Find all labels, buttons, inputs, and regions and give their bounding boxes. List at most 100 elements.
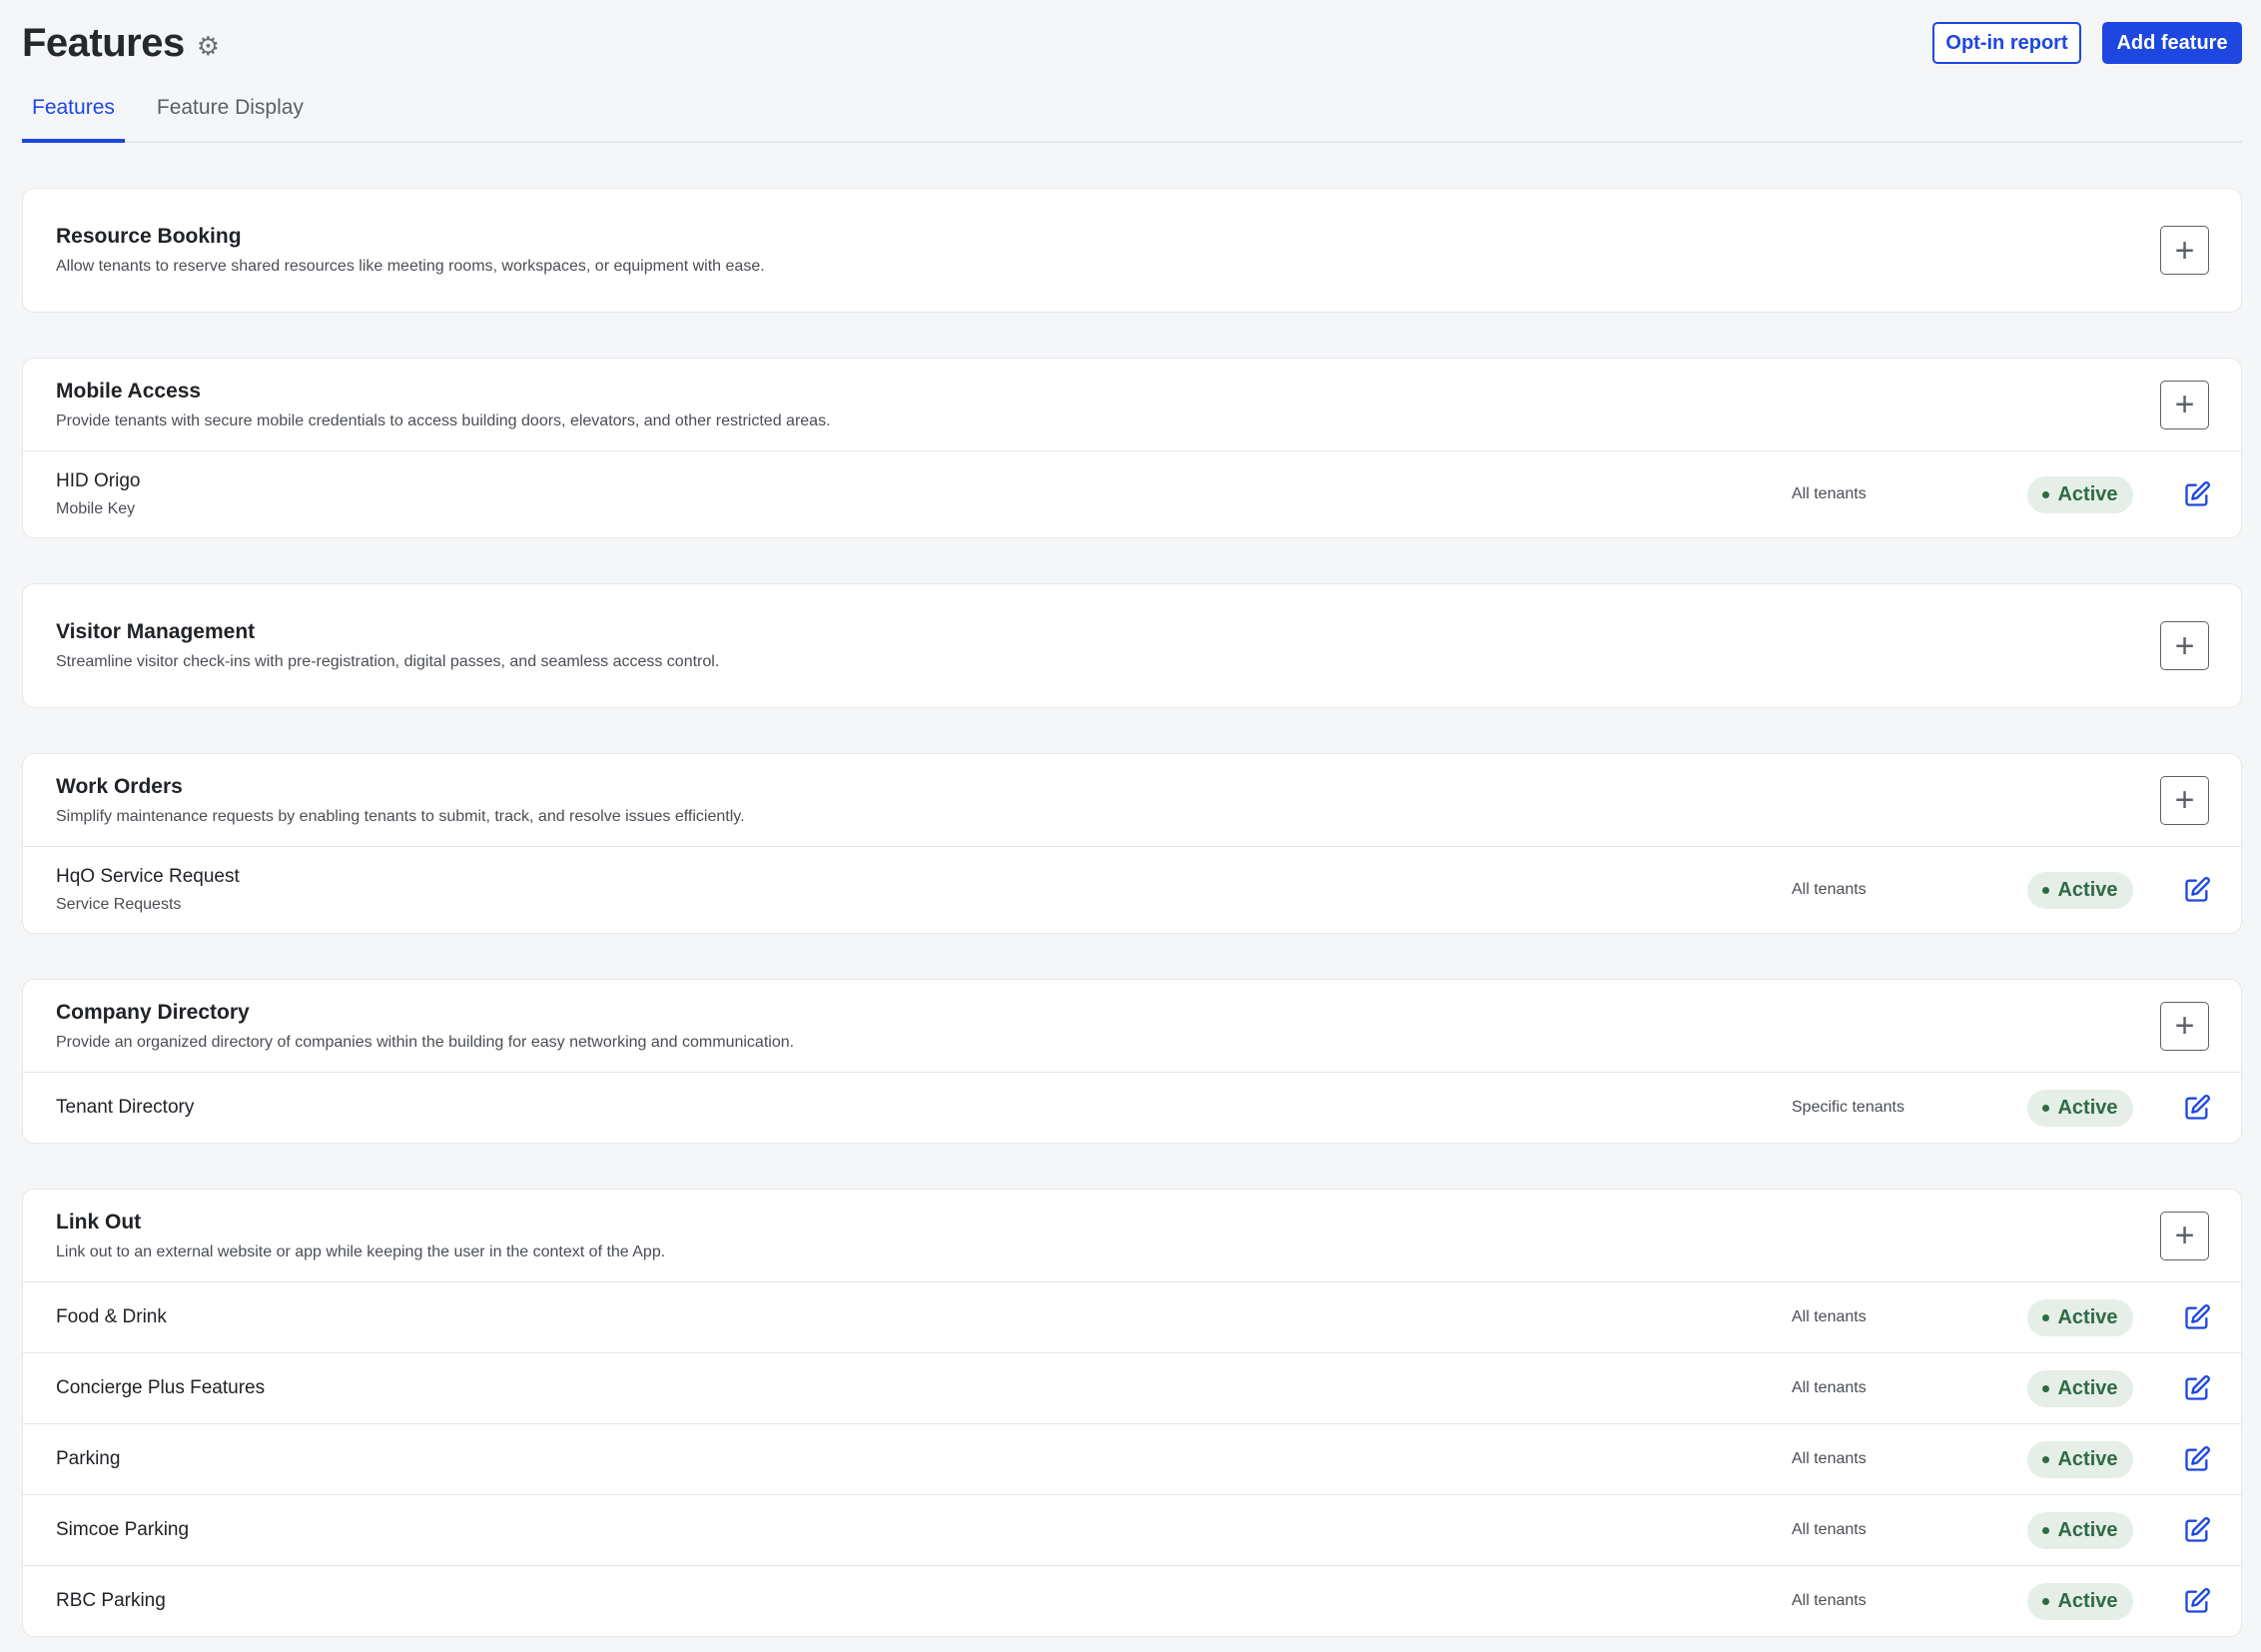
edit-icon[interactable] [2183,1094,2211,1122]
feature-name: RBC Parking [56,1590,166,1611]
plus-icon: + [2174,626,2195,665]
tenant-scope: All tenants [1792,1379,1867,1396]
group-title: Visitor Management [56,620,256,643]
feature-group-mobile-access: Mobile Access Provide tenants with secur… [22,358,2242,538]
tenant-scope: All tenants [1792,881,1867,898]
group-header: Link Out Link out to an external website… [23,1190,2241,1281]
add-to-group-button[interactable]: + [2160,775,2209,825]
plus-icon: + [2174,1217,2195,1254]
page-title: Features [22,20,185,65]
add-to-group-button[interactable]: + [2160,226,2209,275]
group-title: Link Out [56,1210,142,1234]
group-header: Work Orders Simplify maintenance request… [23,754,2241,846]
group-description: Streamline visitor check-ins with pre-re… [56,653,720,670]
feature-name: Concierge Plus Features [56,1377,266,1398]
feature-row: Tenant Directory Specific tenants Active [23,1072,2241,1143]
status-dot-icon [2042,1384,2050,1392]
feature-group-visitor-management: Visitor Management Streamline visitor ch… [22,583,2242,708]
status-badge: Active [2027,1440,2133,1478]
feature-row: Simcoe Parking All tenants Active [23,1494,2241,1565]
opt-in-report-button[interactable]: Opt-in report [1932,22,2081,64]
edit-icon[interactable] [2183,1587,2211,1615]
add-to-group-button[interactable]: + [2160,1001,2209,1051]
group-description: Simplify maintenance requests by enablin… [56,807,745,825]
feature-group-link-out: Link Out Link out to an external website… [22,1189,2242,1637]
feature-name: HID Origo [56,470,141,491]
status-label: Active [2057,1589,2118,1612]
status-dot-icon [2042,1455,2050,1463]
status-dot-icon [2042,490,2050,498]
page-header: Features ⚙ Opt-in report Add feature [22,18,2242,68]
status-dot-icon [2042,886,2050,894]
tenant-scope: All tenants [1792,1308,1867,1325]
status-badge: Active [2027,1089,2133,1127]
feature-name: Parking [56,1448,121,1469]
feature-row: RBC Parking All tenants Active [23,1565,2241,1636]
status-badge: Active [2027,1298,2133,1336]
tenant-scope: All tenants [1792,1450,1867,1467]
feature-group-work-orders: Work Orders Simplify maintenance request… [22,753,2242,934]
edit-icon[interactable] [2183,876,2211,904]
status-label: Active [2057,1518,2118,1541]
tenant-scope: All tenants [1792,1521,1867,1538]
status-label: Active [2057,482,2118,505]
add-to-group-button[interactable]: + [2160,621,2209,670]
status-dot-icon [2042,1313,2050,1321]
feature-name: Simcoe Parking [56,1519,190,1540]
feature-row: HqO Service Request Service Requests All… [23,846,2241,933]
status-dot-icon [2042,1104,2050,1112]
feature-group-company-directory: Company Directory Provide an organized d… [22,979,2242,1144]
tenant-scope: All tenants [1792,485,1867,502]
group-title: Resource Booking [56,225,242,248]
status-dot-icon [2042,1597,2050,1605]
add-to-group-button[interactable]: + [2160,380,2209,429]
status-label: Active [2057,1376,2118,1399]
feature-group-resource-booking: Resource Booking Allow tenants to reserv… [22,188,2242,313]
status-label: Active [2057,1305,2118,1328]
feature-group-list: Resource Booking Allow tenants to reserv… [22,188,2242,1637]
feature-row: Parking All tenants Active [23,1423,2241,1494]
add-to-group-button[interactable]: + [2160,1211,2209,1260]
edit-icon[interactable] [2183,480,2211,508]
feature-row: Food & Drink All tenants Active [23,1281,2241,1352]
tab-feature-display[interactable]: Feature Display [147,88,314,143]
plus-icon: + [2174,386,2195,423]
group-description: Link out to an external website or app w… [56,1242,666,1260]
group-title: Work Orders [56,774,183,798]
edit-icon[interactable] [2183,1516,2211,1544]
plus-icon: + [2174,1007,2195,1045]
status-badge: Active [2027,1369,2133,1407]
group-header: Visitor Management Streamline visitor ch… [23,584,2241,707]
edit-icon[interactable] [2183,1374,2211,1402]
feature-name: Tenant Directory [56,1097,195,1118]
status-badge: Active [2027,1511,2133,1549]
group-description: Provide tenants with secure mobile crede… [56,412,831,429]
edit-icon[interactable] [2183,1303,2211,1331]
feature-row: Concierge Plus Features All tenants Acti… [23,1352,2241,1423]
feature-subtitle: Service Requests [56,896,182,913]
tenant-scope: All tenants [1792,1592,1867,1609]
feature-name: HqO Service Request [56,866,240,887]
status-dot-icon [2042,1526,2050,1534]
status-label: Active [2057,1447,2118,1470]
group-title: Mobile Access [56,379,202,403]
group-header: Company Directory Provide an organized d… [23,980,2241,1072]
tenant-scope: Specific tenants [1792,1099,1904,1116]
group-header: Mobile Access Provide tenants with secur… [23,359,2241,450]
status-badge: Active [2027,1582,2133,1620]
group-title: Company Directory [56,1000,250,1024]
status-badge: Active [2027,871,2133,909]
tab-features[interactable]: Features [22,88,125,143]
status-label: Active [2057,1096,2118,1119]
feature-subtitle: Mobile Key [56,500,136,517]
edit-icon[interactable] [2183,1445,2211,1473]
group-description: Provide an organized directory of compan… [56,1033,795,1051]
gear-icon[interactable]: ⚙ [197,33,221,59]
plus-icon: + [2174,781,2195,819]
plus-icon: + [2174,231,2195,270]
add-feature-button[interactable]: Add feature [2102,22,2242,64]
group-header: Resource Booking Allow tenants to reserv… [23,189,2241,312]
tab-bar: Features Feature Display [22,88,2242,143]
feature-row: HID Origo Mobile Key All tenants Active [23,450,2241,537]
group-description: Allow tenants to reserve shared resource… [56,258,765,275]
